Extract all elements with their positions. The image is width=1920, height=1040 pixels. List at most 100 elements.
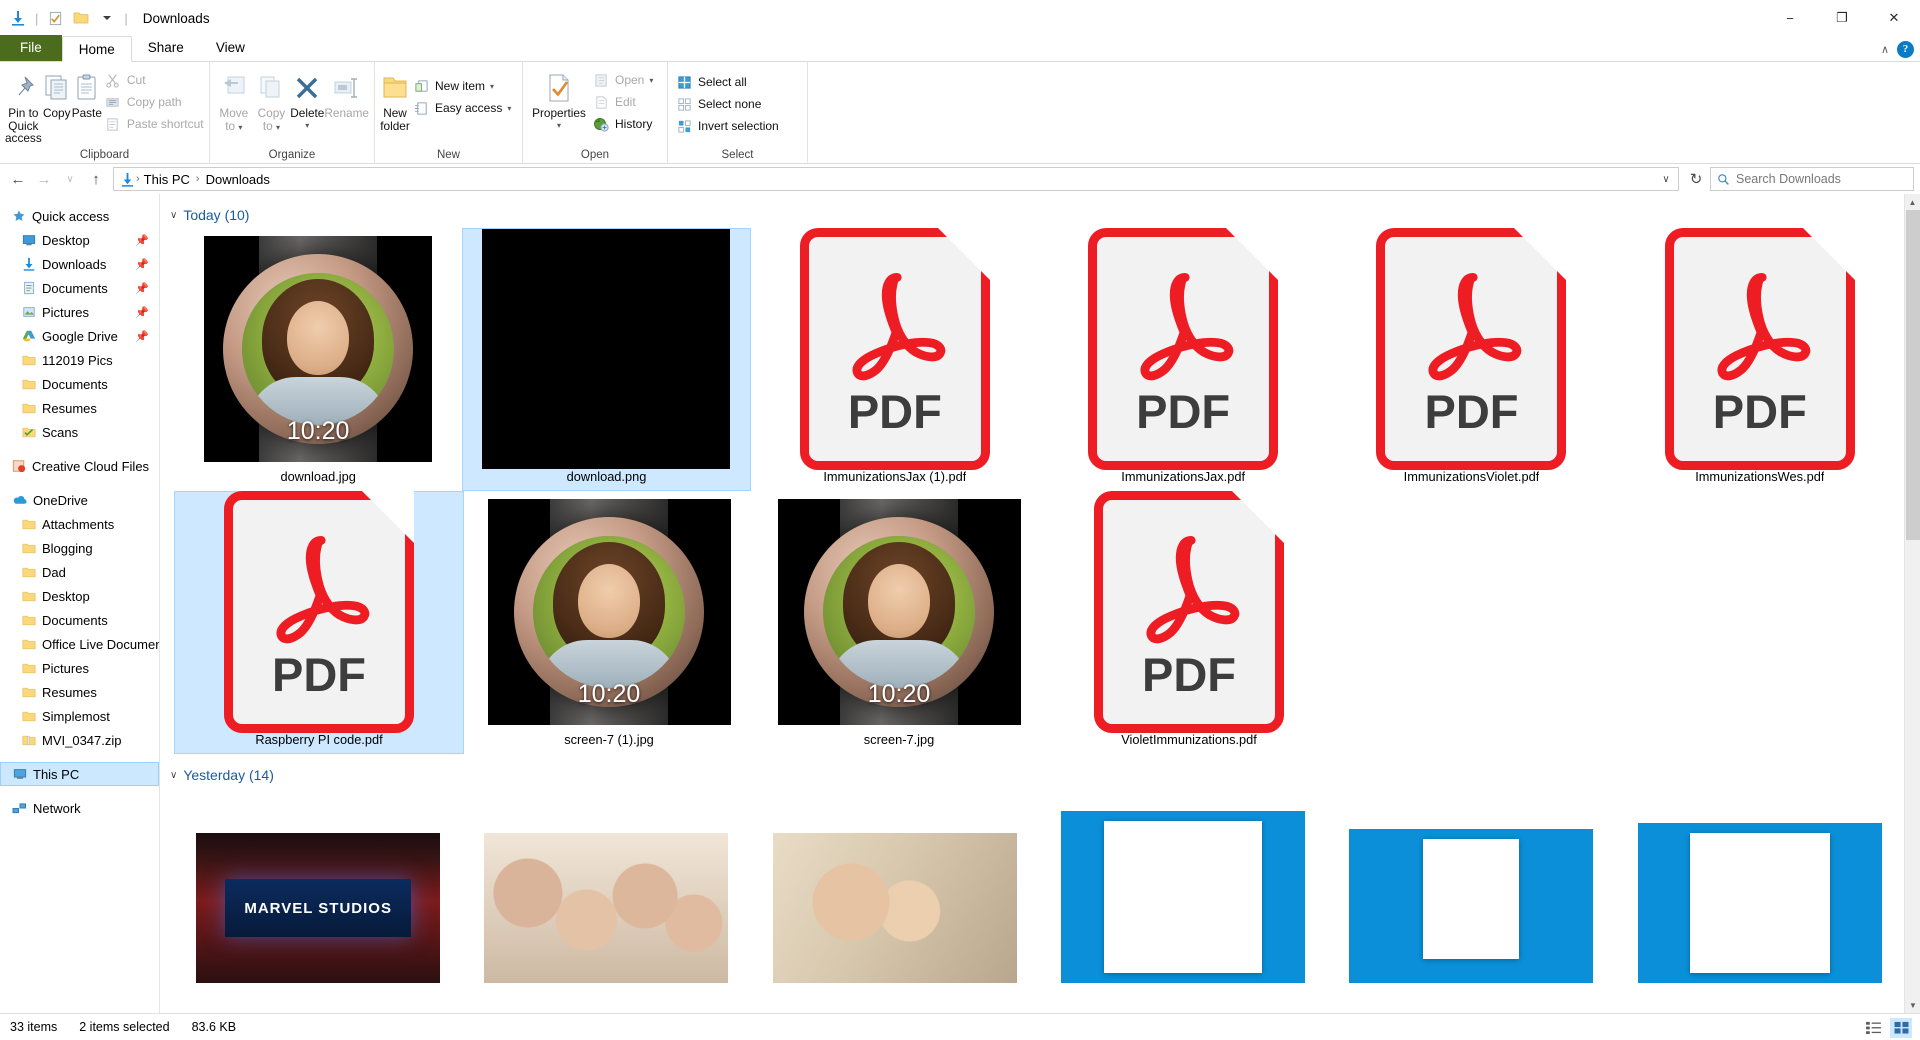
- sidebar-item-downloads[interactable]: Downloads 📌: [0, 252, 159, 276]
- sidebar-item-network[interactable]: Network: [0, 796, 159, 820]
- delete-button[interactable]: Delete ▾: [290, 67, 324, 132]
- chevron-down-icon[interactable]: [95, 6, 119, 30]
- new-item-dropdown-icon[interactable]: ▾: [490, 82, 494, 91]
- sidebar-item-simplemost[interactable]: Simplemost: [0, 704, 159, 728]
- group-header-today[interactable]: ∨ Today (10): [160, 202, 1904, 228]
- collapse-ribbon-icon[interactable]: ∧: [1881, 43, 1889, 56]
- group-header-yesterday[interactable]: ∨ Yesterday (14): [160, 762, 1904, 788]
- address-path-box[interactable]: › This PC › Downloads ∨: [113, 167, 1679, 191]
- sidebar-item-documents-onedrive[interactable]: Documents: [0, 608, 159, 632]
- address-dropdown-icon[interactable]: ∨: [1656, 168, 1676, 190]
- forward-button[interactable]: →: [32, 167, 56, 191]
- pin-icon[interactable]: 📌: [135, 330, 149, 343]
- sidebar-item-resumes-qa[interactable]: Resumes: [0, 396, 159, 420]
- paste-shortcut-button[interactable]: Paste shortcut: [102, 113, 210, 135]
- invert-selection-button[interactable]: Invert selection: [673, 115, 785, 137]
- pin-icon[interactable]: 📌: [135, 234, 149, 247]
- refresh-button[interactable]: ↻: [1684, 167, 1708, 191]
- file-tile-immunizations-wes-pdf[interactable]: PDF ImmunizationsWes.pdf: [1616, 228, 1904, 491]
- file-tile-blue-window-large[interactable]: [1039, 788, 1327, 990]
- paste-button[interactable]: Paste: [72, 67, 102, 120]
- sidebar-item-resumes-onedrive[interactable]: Resumes: [0, 680, 159, 704]
- sidebar-item-mvi-0347-zip[interactable]: MVI_0347.zip: [0, 728, 159, 752]
- sidebar-item-pictures-onedrive[interactable]: Pictures: [0, 656, 159, 680]
- file-tile-violet-immunizations-pdf[interactable]: PDF VioletImmunizations.pdf: [1044, 491, 1334, 754]
- file-tile-blue-window-medium[interactable]: [1327, 788, 1615, 990]
- large-icons-view-icon[interactable]: [1890, 1017, 1912, 1038]
- sidebar-item-google-drive[interactable]: Google Drive 📌: [0, 324, 159, 348]
- select-all-button[interactable]: Select all: [673, 71, 785, 93]
- up-button[interactable]: ↑: [84, 167, 108, 191]
- file-tile-immunizations-violet-pdf[interactable]: PDF ImmunizationsViolet.pdf: [1327, 228, 1615, 491]
- minimize-button[interactable]: −: [1764, 0, 1816, 36]
- pin-to-quick-access-button[interactable]: Pin to Quick access: [5, 67, 42, 145]
- sidebar-item-scans[interactable]: Scans: [0, 420, 159, 444]
- easy-access-button[interactable]: Easy access ▾: [410, 97, 517, 119]
- move-to-button[interactable]: Move to ▾: [215, 67, 253, 134]
- file-tile-raspberry-pi-code-pdf[interactable]: PDF Raspberry PI code.pdf: [174, 491, 464, 754]
- properties-dropdown-icon[interactable]: ▾: [557, 120, 561, 133]
- sidebar-item-onedrive[interactable]: OneDrive: [0, 488, 159, 512]
- rename-button[interactable]: Rename: [324, 67, 369, 120]
- details-view-icon[interactable]: [1862, 1018, 1884, 1038]
- sidebar-item-desktop-onedrive[interactable]: Desktop: [0, 584, 159, 608]
- close-button[interactable]: ✕: [1868, 0, 1920, 36]
- new-folder-button[interactable]: New folder: [380, 67, 410, 132]
- properties-icon[interactable]: [43, 6, 67, 30]
- tab-file[interactable]: File: [0, 35, 62, 61]
- copy-path-button[interactable]: Copy path: [102, 91, 210, 113]
- cut-button[interactable]: Cut: [102, 69, 210, 91]
- new-item-button[interactable]: New item ▾: [410, 75, 517, 97]
- file-tile-screen-7-1-jpg[interactable]: 10:20 screen-7 (1).jpg: [464, 491, 754, 754]
- scroll-up-arrow[interactable]: ▲: [1905, 194, 1920, 210]
- file-tile-immunizations-jax-pdf[interactable]: PDF ImmunizationsJax.pdf: [1039, 228, 1327, 491]
- history-button[interactable]: History: [590, 113, 659, 135]
- select-none-button[interactable]: Select none: [673, 93, 785, 115]
- file-tile-family-kitchen[interactable]: [751, 788, 1039, 990]
- chevron-down-icon[interactable]: ∨: [170, 210, 177, 221]
- sidebar-item-this-pc[interactable]: This PC: [0, 762, 159, 786]
- recent-locations-button[interactable]: ∨: [58, 167, 82, 191]
- new-folder-icon[interactable]: [69, 6, 93, 30]
- sidebar-item-112019-pics[interactable]: 112019 Pics: [0, 348, 159, 372]
- sidebar-item-quick-access[interactable]: Quick access: [0, 204, 159, 228]
- easy-access-dropdown-icon[interactable]: ▾: [507, 104, 511, 113]
- file-tile-blue-window-small[interactable]: [1616, 788, 1904, 990]
- pin-icon[interactable]: 📌: [135, 306, 149, 319]
- downloads-icon[interactable]: [6, 6, 30, 30]
- copy-button[interactable]: Copy: [42, 67, 72, 120]
- sidebar-item-documents[interactable]: Documents 📌: [0, 276, 159, 300]
- breadcrumb-separator-1[interactable]: ›: [196, 173, 200, 185]
- scrollbar-thumb[interactable]: [1906, 210, 1920, 540]
- sidebar-item-pictures[interactable]: Pictures 📌: [0, 300, 159, 324]
- copy-to-button[interactable]: Copy to ▾: [253, 67, 291, 134]
- file-tile-download-png[interactable]: download.png: [462, 228, 751, 491]
- file-list-view[interactable]: ∨ Today (10) 10:20 download.jpg download…: [160, 194, 1920, 1013]
- open-button[interactable]: Open ▾: [590, 69, 659, 91]
- help-icon[interactable]: ?: [1897, 41, 1914, 58]
- vertical-scrollbar[interactable]: ▲ ▼: [1904, 194, 1920, 1013]
- edit-button[interactable]: Edit: [590, 91, 659, 113]
- tab-share[interactable]: Share: [132, 35, 200, 61]
- back-button[interactable]: ←: [6, 167, 30, 191]
- chevron-down-icon[interactable]: ∨: [170, 770, 177, 781]
- properties-button[interactable]: Properties ▾: [528, 67, 590, 132]
- sidebar-item-desktop[interactable]: Desktop 📌: [0, 228, 159, 252]
- sidebar-item-documents-qa[interactable]: Documents: [0, 372, 159, 396]
- search-input[interactable]: Search Downloads: [1710, 167, 1914, 191]
- scroll-down-arrow[interactable]: ▼: [1905, 997, 1920, 1013]
- tab-view[interactable]: View: [200, 35, 261, 61]
- file-tile-immunizations-jax-1-pdf[interactable]: PDF ImmunizationsJax (1).pdf: [751, 228, 1039, 491]
- maximize-button[interactable]: ❐: [1816, 0, 1868, 36]
- file-tile-marvel-studios[interactable]: MARVEL STUDIOS: [174, 788, 462, 990]
- file-tile-screen-7-jpg[interactable]: 10:20 screen-7.jpg: [754, 491, 1044, 754]
- breadcrumb-item-this-pc[interactable]: This PC: [140, 172, 194, 187]
- file-tile-family-christmas[interactable]: [462, 788, 750, 990]
- sidebar-item-office-live-documents[interactable]: Office Live Documents: [0, 632, 159, 656]
- open-dropdown-icon[interactable]: ▾: [649, 76, 653, 85]
- sidebar-item-blogging[interactable]: Blogging: [0, 536, 159, 560]
- breadcrumb-item-downloads[interactable]: Downloads: [202, 172, 274, 187]
- file-tile-download-jpg[interactable]: 10:20 download.jpg: [174, 228, 462, 491]
- delete-dropdown-icon[interactable]: ▾: [305, 120, 309, 133]
- tab-home[interactable]: Home: [61, 36, 132, 62]
